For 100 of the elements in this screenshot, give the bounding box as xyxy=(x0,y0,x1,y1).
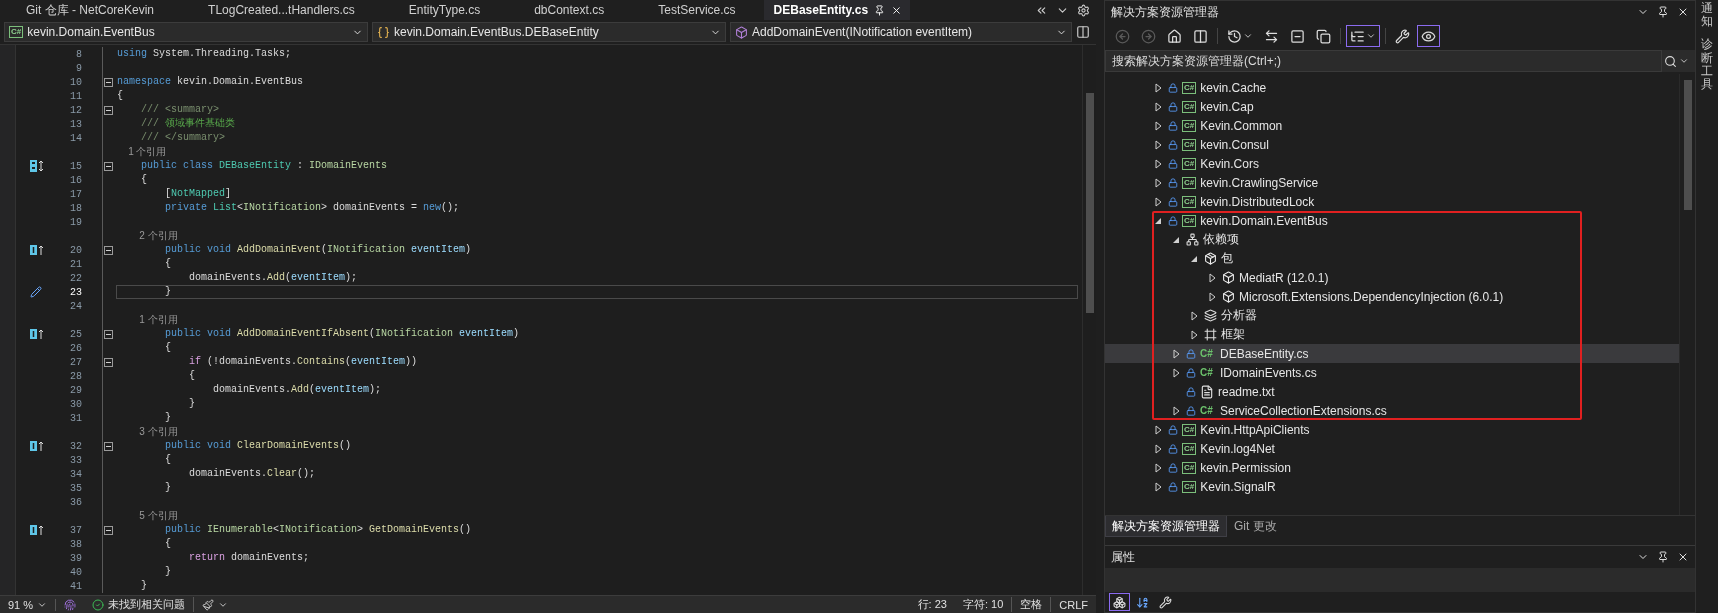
tree-item[interactable]: C# Kevin.Common xyxy=(1105,116,1679,135)
collapsed-arrow-icon[interactable] xyxy=(1154,481,1162,492)
panel-tab[interactable]: Git 更改 xyxy=(1227,516,1284,537)
collapse-icon[interactable] xyxy=(104,525,113,535)
tree-item[interactable]: 分析器 xyxy=(1105,306,1679,325)
editor-tab[interactable]: dbContext.cs xyxy=(508,0,633,20)
collapsed-arrow-icon[interactable] xyxy=(1154,424,1162,435)
toolbar-button[interactable] xyxy=(1417,25,1440,47)
tree-item[interactable]: readme.txt xyxy=(1105,382,1679,401)
framework-icon xyxy=(1204,328,1217,341)
tree-item[interactable]: C# Kevin.SignalR xyxy=(1105,477,1679,496)
tree-item[interactable]: C# kevin.Cache xyxy=(1105,78,1679,97)
search-icon[interactable] xyxy=(1664,54,1677,68)
navigation-dropdown[interactable]: AddDomainEvent(INotification eventItem) xyxy=(730,22,1072,42)
tree-item[interactable]: MediatR (12.0.1) xyxy=(1105,268,1679,287)
editor-tab[interactable]: TestService.cs xyxy=(632,0,764,20)
line-ending[interactable]: CRLF xyxy=(1059,598,1088,611)
editor-tab[interactable]: TLogCreated...tHandlers.cs xyxy=(182,0,383,20)
split-icon[interactable] xyxy=(1076,25,1090,39)
panel-tab[interactable]: 解决方案资源管理器 xyxy=(1105,516,1227,537)
tree-item[interactable]: 依赖项 xyxy=(1105,230,1679,249)
line-number: 24 xyxy=(69,300,82,312)
line-position[interactable]: 行: 23 xyxy=(917,597,947,612)
collapse-icon[interactable] xyxy=(104,245,113,255)
collapsed-arrow-icon[interactable] xyxy=(1172,405,1180,416)
close-icon[interactable] xyxy=(891,4,903,16)
scrollbar-thumb[interactable] xyxy=(1683,80,1692,210)
tree-item[interactable]: C# kevin.Consul xyxy=(1105,135,1679,154)
expanded-arrow-icon[interactable] xyxy=(1190,254,1198,263)
navigation-dropdown[interactable]: C# kevin.Domain.EventBus xyxy=(4,22,368,42)
reference-count[interactable]: 1 个引用 xyxy=(117,146,167,157)
tree-item[interactable]: C# kevin.DistributedLock xyxy=(1105,192,1679,211)
implements-icon[interactable] xyxy=(30,524,44,536)
close-icon[interactable] xyxy=(1677,551,1689,563)
reference-count[interactable]: 5 个引用 xyxy=(117,510,178,521)
zoom-dropdown[interactable]: 91 % xyxy=(0,598,57,611)
class-hierarchy-icon[interactable] xyxy=(30,160,44,172)
implements-icon[interactable] xyxy=(30,244,44,256)
collapsed-arrow-icon[interactable] xyxy=(1190,329,1198,340)
brush-icon[interactable] xyxy=(202,598,215,611)
close-icon[interactable] xyxy=(1677,6,1689,18)
navigation-dropdown[interactable]: kevin.Domain.EventBus.DEBaseEntity xyxy=(372,22,726,42)
side-tab[interactable]: 通知 xyxy=(1701,2,1713,29)
collapsed-arrow-icon[interactable] xyxy=(1190,310,1198,321)
collapsed-arrow-icon[interactable] xyxy=(1154,443,1162,454)
tree-item[interactable]: C# Kevin.log4Net xyxy=(1105,439,1679,458)
side-tab[interactable]: 诊断工具 xyxy=(1701,38,1713,92)
collapse-icon[interactable] xyxy=(104,357,113,367)
reference-count[interactable]: 3 个引用 xyxy=(117,426,178,437)
collapsed-arrow-icon[interactable] xyxy=(1208,291,1216,302)
issues-status[interactable]: 未找到相关问题 xyxy=(108,597,186,612)
collapsed-arrow-icon[interactable] xyxy=(1154,462,1162,473)
implements-icon[interactable] xyxy=(30,440,44,452)
tree-item[interactable]: Microsoft.Extensions.DependencyInjection (6.0.1) xyxy=(1105,287,1679,306)
tree-item[interactable]: C# Kevin.Cors xyxy=(1105,154,1679,173)
collapsed-arrow-icon[interactable] xyxy=(1154,101,1162,112)
tree-item[interactable]: C# Kevin.HttpApiClients xyxy=(1105,420,1679,439)
toolbar-button[interactable] xyxy=(1109,593,1130,611)
reference-count[interactable]: 2 个引用 xyxy=(117,230,178,241)
expanded-arrow-icon[interactable] xyxy=(1154,216,1162,225)
tree-item[interactable]: 包 xyxy=(1105,249,1679,268)
tree-item[interactable]: C# ServiceCollectionExtensions.cs xyxy=(1105,401,1679,420)
tree-item[interactable]: C# kevin.Cap xyxy=(1105,97,1679,116)
collapsed-arrow-icon[interactable] xyxy=(1154,177,1162,188)
editor-tab[interactable]: Git 仓库 - NetCoreKevin xyxy=(0,0,183,20)
dropdown-icon[interactable] xyxy=(1679,56,1689,66)
collapse-icon[interactable] xyxy=(104,161,113,171)
pin-icon[interactable] xyxy=(874,4,886,16)
expanded-arrow-icon[interactable] xyxy=(1172,235,1180,244)
collapsed-arrow-icon[interactable] xyxy=(1172,367,1180,378)
editor-tab[interactable]: EntityType.cs xyxy=(382,0,509,20)
edit-icon[interactable] xyxy=(30,286,42,298)
collapse-icon[interactable] xyxy=(104,329,113,339)
collapse-icon[interactable] xyxy=(104,105,113,115)
indent-mode[interactable]: 空格 xyxy=(1020,597,1043,612)
tree-item[interactable]: 框架 xyxy=(1105,325,1679,344)
search-field[interactable]: 搜索解决方案资源管理器(Ctrl+;) xyxy=(1105,50,1662,72)
collapsed-arrow-icon[interactable] xyxy=(1154,120,1162,131)
collapse-icon[interactable] xyxy=(104,441,113,451)
reference-count[interactable]: 1 个引用 xyxy=(117,314,178,325)
collapse-icon[interactable] xyxy=(104,77,113,87)
collapsed-arrow-icon[interactable] xyxy=(1172,348,1180,359)
collapsed-arrow-icon[interactable] xyxy=(1154,158,1162,169)
collapsed-arrow-icon[interactable] xyxy=(1154,196,1162,207)
tree-item[interactable]: C# kevin.Domain.EventBus xyxy=(1105,211,1679,230)
tree-item[interactable]: C# kevin.Permission xyxy=(1105,458,1679,477)
column-position[interactable]: 字符: 10 xyxy=(962,597,1004,612)
collapsed-arrow-icon[interactable] xyxy=(1154,139,1162,150)
tree-item[interactable]: C# DEBaseEntity.cs xyxy=(1105,344,1679,363)
toolbar-button[interactable] xyxy=(1346,25,1380,47)
scrollbar-thumb[interactable] xyxy=(1085,93,1094,313)
collapsed-arrow-icon[interactable] xyxy=(1154,82,1162,93)
pin-icon[interactable] xyxy=(1657,551,1669,563)
tree-item[interactable]: C# IDomainEvents.cs xyxy=(1105,363,1679,382)
editor-tab[interactable]: DEBaseEntity.cs xyxy=(763,0,911,20)
pin-icon[interactable] xyxy=(1657,6,1669,18)
tree-item[interactable]: C# kevin.CrawlingService xyxy=(1105,173,1679,192)
collapsed-arrow-icon[interactable] xyxy=(1208,272,1216,283)
implements-icon[interactable] xyxy=(30,328,44,340)
settings-icon[interactable] xyxy=(1077,3,1090,17)
